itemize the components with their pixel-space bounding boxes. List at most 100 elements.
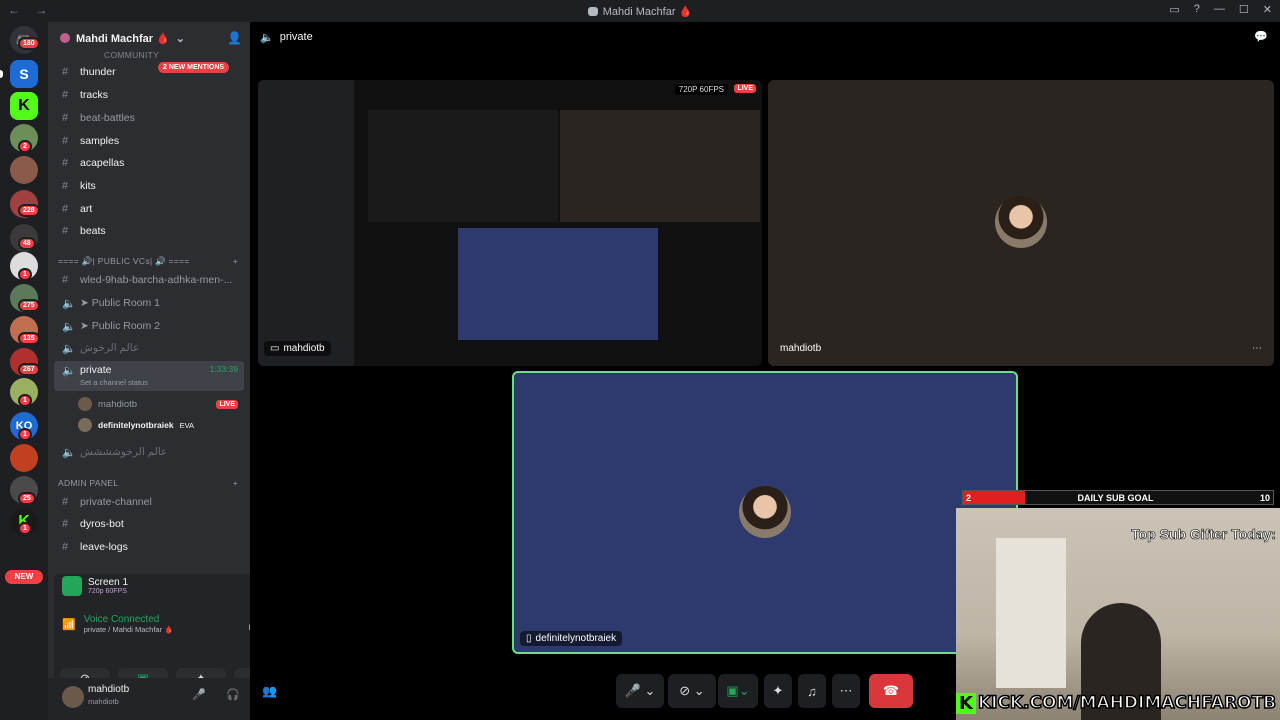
more-button[interactable]: ⋯	[832, 674, 860, 708]
add-channel-icon[interactable]: +	[233, 256, 238, 267]
server-badge: 135	[18, 332, 40, 345]
server-list: 🎮 180 S K 2 228 48 1 275 135 267 1 KO 1 …	[0, 22, 48, 720]
voice-public-room-1[interactable]: 🔈 ➤ Public Room 1	[54, 293, 244, 313]
hash-thread-icon: #	[62, 180, 69, 192]
stream-tile[interactable]: 720P 60FPS LIVE ▭ mahdiotb	[258, 80, 762, 366]
soundboard-button[interactable]: ♫	[798, 674, 826, 708]
channel-status[interactable]: Set a channel status	[80, 378, 148, 387]
doorway	[996, 538, 1066, 688]
channel-thunder[interactable]: # thunder	[54, 62, 244, 82]
discord-icon	[587, 6, 598, 16]
server-icon[interactable]: S	[10, 60, 38, 88]
screen-share-toggle[interactable]: ▣⌄	[718, 674, 758, 708]
channel-art[interactable]: # art	[54, 199, 244, 219]
server-avatar-icon	[60, 33, 70, 43]
home-badge: 180	[18, 37, 40, 50]
activities-button[interactable]: ✦	[764, 674, 792, 708]
user-status: mahdiotb	[88, 697, 119, 706]
channel-dyros-bot[interactable]: # dyros-bot	[54, 514, 244, 534]
headphones-icon[interactable]: 🎧	[226, 688, 240, 701]
voice-user-definitelynotbraiek[interactable]: definitelynotbraiek EVA	[78, 416, 238, 434]
hash-icon: #	[62, 541, 69, 553]
sub-goal-bar: 2 DAILY SUB GOAL 10	[962, 490, 1274, 505]
speaker-icon: 🔈	[260, 31, 274, 44]
hash-thread-icon: #	[62, 203, 69, 215]
voice-private[interactable]: 🔈 private Set a channel status 1:33:39	[54, 361, 244, 391]
voice-connected-row: 📶 Voice Connected private / Mahdi Machfa…	[62, 614, 174, 634]
chat-icon[interactable]: 💬	[1254, 30, 1268, 43]
window-title: Mahdi Machfar 🩸	[587, 5, 692, 18]
server-badge: 1	[18, 428, 32, 441]
inbox-icon[interactable]: ▭	[1169, 3, 1179, 16]
participant-tile[interactable]: mahdiotb ⋯	[768, 80, 1274, 366]
avatar	[78, 397, 92, 411]
signal-icon[interactable]: 📶	[62, 618, 76, 631]
server-badge: 267	[18, 363, 40, 376]
channel-title: private	[279, 31, 313, 43]
channel-kits[interactable]: # kits	[54, 176, 244, 196]
kick-banner: K KICK.COM/MAHDIMACHFAROTB	[956, 688, 1280, 718]
help-icon[interactable]: ?	[1194, 3, 1200, 16]
hash-thread-icon: #	[62, 157, 69, 169]
channel-leave-logs[interactable]: # leave-logs	[54, 537, 244, 557]
call-actions: ▣⌄ ✦ ♫ ⋯	[718, 674, 860, 708]
quality-badge: 720P 60FPS	[674, 84, 728, 95]
channel-tracks[interactable]: # tracks	[54, 85, 244, 105]
server-badge: 275	[18, 299, 40, 312]
avatar	[995, 196, 1047, 248]
hash-thread-icon: #	[62, 112, 69, 124]
hash-icon: #	[62, 274, 69, 286]
avatar	[739, 486, 791, 538]
nav-arrows[interactable]: ← →	[8, 3, 53, 17]
speaker-icon: 🔈	[62, 297, 76, 310]
avatar	[78, 418, 92, 432]
speaker-icon: 🔈	[62, 446, 76, 459]
disconnect-button[interactable]: ☎	[869, 674, 913, 708]
server-badge: 2	[18, 140, 32, 153]
add-channel-icon[interactable]: +	[233, 478, 238, 488]
hash-thread-icon: #	[62, 66, 69, 78]
add-people-icon[interactable]: 👥	[262, 684, 277, 698]
hash-thread-icon: #	[62, 225, 69, 237]
server-icon[interactable]: K	[10, 92, 38, 120]
speaker-icon: 🔈	[62, 365, 76, 377]
mic-icon[interactable]: 🎤	[192, 688, 206, 701]
screen-share-icon	[62, 576, 82, 596]
screen-share-row[interactable]: Screen 1 720p 60FPS	[62, 576, 128, 596]
avatar[interactable]	[62, 686, 84, 708]
server-icon[interactable]	[10, 156, 38, 184]
speaker-icon: 🔈	[62, 342, 76, 355]
channel-beat-battles[interactable]: # beat-battles	[54, 108, 244, 128]
kick-logo-icon: K	[956, 692, 976, 714]
minimize-button[interactable]: —	[1214, 3, 1225, 16]
server-badge: 1	[18, 268, 32, 281]
mic-button[interactable]: 🎤 ⌄	[616, 674, 664, 708]
channel-sidebar: Mahdi Machfar 🩸 ⌄ 👤 COMMUNITY 2 NEW MENT…	[48, 22, 298, 720]
server-icon[interactable]	[10, 444, 38, 472]
channel-beats[interactable]: # beats	[54, 221, 244, 241]
channel-wled[interactable]: # wled-9hab-barcha-adhka-men-...	[54, 270, 244, 290]
speaker-name-chip: ▯ definitelynotbraiek	[520, 631, 623, 646]
add-member-icon[interactable]: 👤	[227, 31, 242, 45]
voice-user-mahdiotb[interactable]: mahdiotb LIVE	[78, 395, 238, 413]
phone-icon: ▯	[526, 633, 532, 644]
hash-icon: #	[62, 496, 69, 508]
maximize-button[interactable]: ☐	[1239, 3, 1249, 16]
category-admin-panel[interactable]: ADMIN PANEL +	[58, 478, 238, 488]
channel-private-channel[interactable]: # private-channel	[54, 492, 244, 512]
user-name: mahdiotb	[88, 684, 130, 695]
category-public-vcs[interactable]: ==== 🔊| PUBLIC VCs| 🔊 ==== +	[58, 256, 238, 267]
more-options-icon[interactable]: ⋯	[1252, 343, 1262, 354]
voice-public-room-2[interactable]: 🔈 ➤ Public Room 2	[54, 316, 244, 336]
new-servers-pill[interactable]: NEW	[5, 570, 43, 584]
voice-channel-arabic[interactable]: 🔈 عالم الرخوش	[54, 338, 244, 358]
active-speaker-tile[interactable]: ▯ definitelynotbraiek	[512, 371, 1018, 654]
close-button[interactable]: ✕	[1263, 3, 1272, 16]
channel-samples[interactable]: # samples	[54, 131, 244, 151]
voice-channel-arabic-2[interactable]: 🔈 عالم الرخوشششش	[54, 442, 244, 462]
stream-preview-sidebar	[258, 80, 354, 366]
stream-preview-tile	[458, 228, 658, 340]
channel-acapellas[interactable]: # acapellas	[54, 153, 244, 173]
top-gifter-label: Top Sub Gifter Today:	[1131, 526, 1277, 543]
camera-button[interactable]: ⊘ ⌄	[668, 674, 716, 708]
